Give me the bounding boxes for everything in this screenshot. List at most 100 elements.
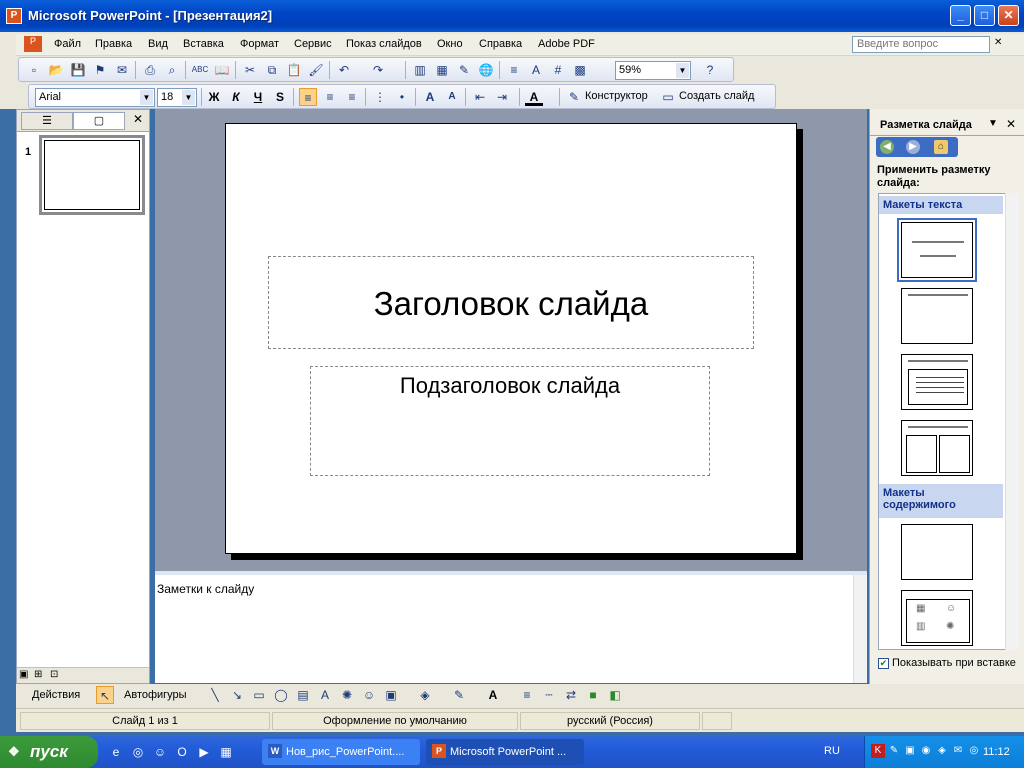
menu-tools[interactable]: Сервис	[294, 38, 332, 50]
font-color-icon[interactable]: A	[525, 88, 543, 106]
decrease-indent-icon[interactable]: ⇤	[471, 88, 489, 106]
task-nov-ris[interactable]: W Нов_рис_PowerPoint....	[262, 739, 420, 765]
task-powerpoint[interactable]: P Microsoft PowerPoint ...	[426, 739, 584, 765]
numbering-icon[interactable]: ⋮	[371, 88, 389, 106]
zoom-select[interactable]: 59% ▼	[615, 61, 691, 80]
tray-app-icon[interactable]: ◈	[935, 744, 949, 758]
new-icon[interactable]: ▫	[25, 61, 43, 79]
explorer-icon[interactable]: ◎	[130, 744, 146, 760]
font-size-select[interactable]: 18 ▼	[157, 88, 197, 107]
tables-borders-icon[interactable]: ✎	[455, 61, 473, 79]
chevron-down-icon[interactable]: ▼	[676, 63, 689, 78]
dash-style-icon[interactable]: ┄	[540, 686, 558, 704]
tray-app-icon[interactable]: ◎	[967, 744, 981, 758]
align-right-icon[interactable]: ≡	[343, 88, 361, 106]
network-icon[interactable]: ▣	[903, 744, 917, 758]
italic-button[interactable]: К	[227, 88, 245, 106]
antivirus-icon[interactable]: K	[871, 744, 885, 758]
subtitle-placeholder[interactable]: Подзаголовок слайда	[310, 366, 710, 476]
chevron-down-icon[interactable]: ▼	[988, 118, 998, 129]
color-grayscale-icon[interactable]: ▩	[571, 61, 589, 79]
help-close-icon[interactable]: ✕	[994, 37, 1002, 48]
slide-thumbnail[interactable]	[39, 135, 145, 215]
layout-blank[interactable]	[901, 524, 973, 580]
save-icon[interactable]: 💾	[69, 61, 87, 79]
normal-view-icon[interactable]: ▣	[19, 669, 28, 680]
designer-button[interactable]: Конструктор	[585, 90, 648, 102]
menu-slideshow[interactable]: Показ слайдов	[346, 38, 422, 50]
bold-button[interactable]: Ж	[205, 88, 223, 106]
email-icon[interactable]: ✉	[113, 61, 131, 79]
format-painter-icon[interactable]: 🖌	[307, 61, 325, 79]
slideshow-icon[interactable]: ⊡	[50, 669, 58, 680]
layout-title-text[interactable]	[901, 354, 973, 410]
print-icon[interactable]: ⎙	[141, 61, 159, 79]
menu-edit[interactable]: Правка	[95, 38, 132, 50]
layout-title-only[interactable]	[901, 288, 973, 344]
slide-sorter-icon[interactable]: ⊞	[34, 669, 42, 680]
chevron-down-icon[interactable]: ▼	[140, 90, 153, 105]
task-pane-scrollbar[interactable]	[1005, 193, 1019, 650]
document-icon[interactable]: P	[24, 36, 42, 52]
tab-slides[interactable]: ▢	[73, 112, 125, 130]
research-icon[interactable]: 📖	[213, 61, 231, 79]
tray-app-icon[interactable]: ✉	[951, 744, 965, 758]
oval-icon[interactable]: ◯	[272, 686, 290, 704]
close-button[interactable]: ✕	[998, 5, 1019, 26]
layout-content[interactable]: ▦ ☺ ▥ ✺	[901, 590, 973, 646]
copy-icon[interactable]: ⧉	[263, 61, 281, 79]
menu-window[interactable]: Окно	[437, 38, 463, 50]
textbox-icon[interactable]: ▤	[294, 686, 312, 704]
expand-all-icon[interactable]: ≡	[505, 61, 523, 79]
layout-two-columns[interactable]	[901, 420, 973, 476]
volume-icon[interactable]: ◉	[919, 744, 933, 758]
powerpoint-icon[interactable]: P	[6, 8, 22, 24]
new-slide-icon[interactable]: ▭	[659, 88, 677, 106]
clipart-icon[interactable]: ☺	[360, 686, 378, 704]
menu-help[interactable]: Справка	[479, 38, 522, 50]
language-indicator[interactable]: RU	[824, 745, 840, 757]
chevron-down-icon[interactable]: ▼	[182, 90, 195, 105]
close-pane-icon[interactable]: ✕	[133, 112, 143, 126]
actions-menu[interactable]: Действия	[32, 689, 80, 701]
line-color-icon[interactable]: ✎	[450, 686, 468, 704]
minimize-button[interactable]: _	[950, 5, 971, 26]
designer-icon[interactable]: ✎	[565, 88, 583, 106]
3d-style-icon[interactable]: ◧	[606, 686, 624, 704]
arrow-icon[interactable]: ↘	[228, 686, 246, 704]
permission-icon[interactable]: ⚑	[91, 61, 109, 79]
print-preview-icon[interactable]: ⌕	[163, 61, 181, 79]
underline-button[interactable]: Ч	[249, 88, 267, 106]
line-style-icon[interactable]: ≡	[518, 686, 536, 704]
decrease-font-icon[interactable]: A	[443, 88, 461, 106]
layout-title-slide[interactable]	[897, 218, 977, 282]
shadow-style-icon[interactable]: ■	[584, 686, 602, 704]
title-placeholder[interactable]: Заголовок слайда	[268, 256, 754, 349]
slide-canvas[interactable]: Заголовок слайда Подзаголовок слайда	[225, 123, 797, 554]
show-desktop-icon[interactable]: ▦	[218, 744, 234, 760]
shadow-button[interactable]: S	[271, 88, 289, 106]
redo-icon[interactable]: ↷	[369, 61, 387, 79]
insert-table-icon[interactable]: ▦	[433, 61, 451, 79]
new-slide-button[interactable]: Создать слайд	[679, 90, 754, 102]
tab-outline[interactable]: ☰	[21, 112, 73, 130]
start-button[interactable]: ❖ пуск	[0, 736, 98, 768]
help-icon[interactable]: ?	[701, 61, 719, 79]
open-icon[interactable]: 📂	[47, 61, 65, 79]
show-formatting-icon[interactable]: A	[527, 61, 545, 79]
notes-pane[interactable]: Заметки к слайду	[155, 571, 867, 683]
increase-font-icon[interactable]: A	[421, 88, 439, 106]
menu-adobe-pdf[interactable]: Adobe PDF	[538, 38, 595, 50]
menu-view[interactable]: Вид	[148, 38, 168, 50]
home-icon[interactable]: ⌂	[934, 140, 948, 154]
font-select[interactable]: Arial ▼	[35, 88, 155, 107]
menu-file[interactable]: Файл	[54, 38, 81, 50]
line-icon[interactable]: ╲	[206, 686, 224, 704]
menu-insert[interactable]: Вставка	[183, 38, 224, 50]
fill-color-icon[interactable]: ◈	[416, 686, 434, 704]
picture-icon[interactable]: ▣	[382, 686, 400, 704]
help-search-input[interactable]: Введите вопрос	[852, 36, 990, 53]
bullets-icon[interactable]: •	[393, 88, 411, 106]
wordart-icon[interactable]: A	[316, 686, 334, 704]
paste-icon[interactable]: 📋	[285, 61, 303, 79]
